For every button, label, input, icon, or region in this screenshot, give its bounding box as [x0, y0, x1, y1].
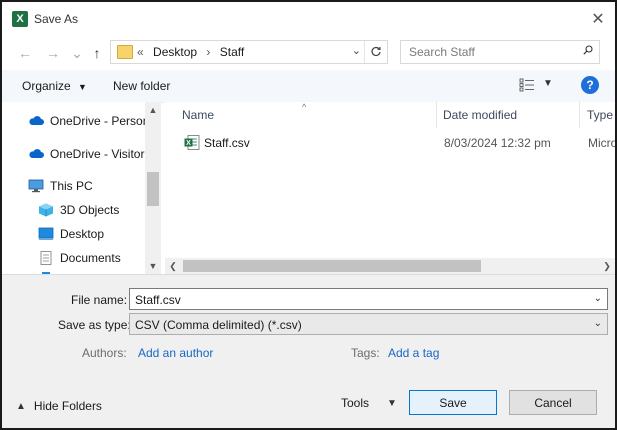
tools-label: Tools — [341, 396, 370, 410]
save-as-dialog: X Save As ✕ ← → ⌄ ↑ « Desktop › Staff ⌄ — [0, 0, 617, 430]
search-placeholder: Search Staff — [409, 45, 475, 59]
help-icon[interactable]: ? — [581, 76, 599, 94]
recent-locations-button[interactable]: ⌄ — [66, 42, 88, 64]
breadcrumb-overflow[interactable]: « — [137, 45, 144, 59]
file-type: Micro — [588, 136, 615, 150]
nav-item-3d-objects[interactable]: 3D Objects — [38, 199, 119, 221]
csv-file-icon: X — [184, 135, 200, 150]
forward-button[interactable]: → — [42, 42, 64, 64]
nav-item-label: OneDrive - Visitor — [50, 147, 145, 161]
up-button[interactable]: ↑ — [86, 42, 108, 64]
chevron-down-icon[interactable]: ⌄ — [594, 293, 602, 304]
view-dropdown-icon[interactable]: ▼ — [543, 78, 553, 89]
organize-button[interactable]: Organize ▼ — [22, 79, 87, 93]
svg-text:X: X — [186, 140, 191, 147]
save-type-select[interactable]: CSV (Comma delimited) (*.csv) ⌄ — [129, 313, 608, 335]
cube-icon — [39, 203, 53, 217]
search-input[interactable]: Search Staff — [400, 40, 600, 64]
table-row[interactable]: X Staff.csv 8/03/2024 12:32 pm Micro — [165, 132, 615, 154]
back-button[interactable]: ← — [14, 42, 36, 64]
column-header-type[interactable]: Type — [587, 102, 615, 128]
file-name-value: Staff.csv — [135, 293, 181, 307]
new-folder-button[interactable]: New folder — [113, 79, 170, 93]
authors-label: Authors: — [82, 346, 127, 360]
column-header-name[interactable]: Name — [182, 102, 432, 128]
excel-icon: X — [12, 11, 28, 27]
nav-item-onedrive-personal[interactable]: OneDrive - Person — [28, 110, 149, 132]
nav-item-desktop[interactable]: Desktop — [38, 223, 104, 245]
breadcrumb-staff[interactable]: Staff — [220, 45, 244, 59]
view-options-icon[interactable] — [519, 78, 535, 92]
chevron-right-icon: › — [206, 45, 211, 59]
chevron-down-icon[interactable]: ⌄ — [594, 318, 602, 329]
desktop-icon — [38, 227, 54, 240]
scroll-down-icon[interactable]: ▼ — [145, 258, 161, 274]
title-bar: X Save As ✕ — [2, 2, 615, 36]
folder-icon — [117, 45, 133, 59]
hide-folders-label: Hide Folders — [33, 399, 102, 413]
column-header-date[interactable]: Date modified — [443, 102, 573, 128]
file-name-field[interactable]: Staff.csv ⌄ — [129, 288, 608, 310]
tags-label: Tags: — [351, 346, 380, 360]
refresh-button[interactable] — [364, 41, 387, 63]
nav-item-documents[interactable]: Documents — [38, 247, 121, 269]
cancel-button[interactable]: Cancel — [509, 390, 597, 415]
nav-item-label: Desktop — [60, 227, 105, 241]
nav-item-label: Documents — [60, 251, 121, 265]
save-label: Save — [439, 395, 467, 410]
organize-label: Organize — [22, 79, 71, 93]
cancel-label: Cancel — [534, 395, 572, 410]
save-type-label: Save as type: — [58, 318, 131, 332]
hide-folders-button[interactable]: ▲ Hide Folders — [16, 399, 102, 413]
breadcrumb-desktop[interactable]: Desktop — [153, 45, 197, 59]
nav-item-label: This PC — [50, 179, 93, 193]
filelist-scrollbar[interactable]: ❮ ❯ — [165, 258, 615, 274]
cloud-icon — [29, 149, 44, 158]
tools-button[interactable]: Tools ▼ — [341, 396, 397, 410]
refresh-icon — [371, 46, 381, 57]
file-name: Staff.csv — [204, 136, 250, 150]
navigation-bar: ← → ⌄ ↑ « Desktop › Staff ⌄ Search Staff — [2, 36, 615, 70]
nav-item-onedrive-visitor[interactable]: OneDrive - Visitor — [28, 143, 144, 165]
add-author-link[interactable]: Add an author — [138, 346, 213, 360]
file-name-label: File name: — [71, 293, 128, 307]
file-date: 8/03/2024 12:32 pm — [444, 136, 551, 150]
file-list: ^ Name Date modified Type X Staff.csv 8/… — [165, 102, 615, 274]
chevron-down-icon: ▼ — [387, 397, 397, 409]
column-divider[interactable] — [579, 102, 580, 128]
save-button[interactable]: Save — [409, 390, 497, 415]
chevron-down-icon[interactable]: ⌄ — [352, 44, 361, 57]
nav-item-this-pc[interactable]: This PC — [28, 175, 93, 197]
breadcrumb: « Desktop › Staff — [137, 45, 250, 59]
address-bar[interactable]: « Desktop › Staff ⌄ — [110, 40, 388, 64]
scroll-right-icon[interactable]: ❯ — [599, 258, 615, 274]
search-icon[interactable] — [583, 45, 593, 55]
scroll-up-icon[interactable]: ▲ — [145, 102, 161, 118]
chevron-up-icon: ▲ — [16, 400, 26, 412]
scroll-left-icon[interactable]: ❮ — [165, 258, 181, 274]
navigation-pane: OneDrive - Person OneDrive - Visitor Thi… — [2, 102, 161, 274]
document-icon — [40, 251, 52, 265]
scroll-thumb[interactable] — [147, 172, 159, 206]
close-button[interactable]: ✕ — [587, 8, 609, 30]
computer-icon — [28, 179, 44, 193]
nav-item-label: OneDrive - Person — [50, 114, 150, 128]
navpane-scrollbar[interactable]: ▲ ▼ — [145, 102, 161, 274]
scroll-thumb[interactable] — [183, 260, 481, 272]
cloud-icon — [29, 116, 44, 125]
window-title: Save As — [34, 12, 79, 26]
command-bar: Organize ▼ New folder ▼ ? — [2, 70, 615, 103]
column-divider[interactable] — [436, 102, 437, 128]
add-tag-link[interactable]: Add a tag — [388, 346, 439, 360]
save-type-value: CSV (Comma delimited) (*.csv) — [135, 318, 302, 332]
nav-item-label: 3D Objects — [60, 203, 120, 217]
save-form: File name: Staff.csv ⌄ Save as type: CSV… — [2, 274, 615, 428]
chevron-down-icon: ▼ — [78, 82, 87, 92]
